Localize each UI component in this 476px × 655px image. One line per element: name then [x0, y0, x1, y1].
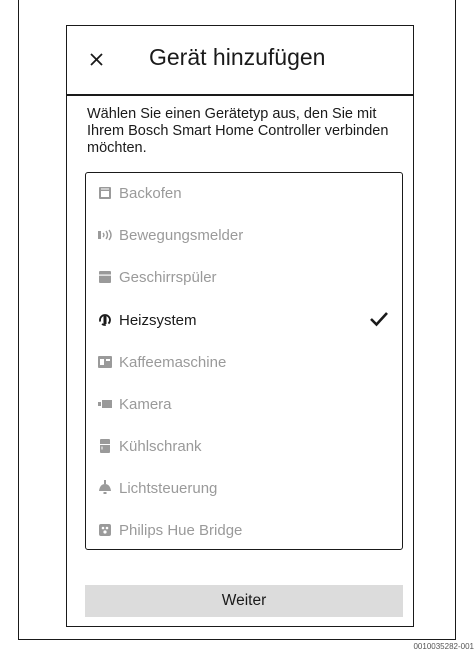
figure-id: 0010035282-001: [413, 642, 474, 651]
device-type-list[interactable]: Backofen Bewegungsmelder Geschirrspüler …: [85, 172, 403, 550]
list-item-label: Kühlschrank: [119, 437, 202, 455]
list-item-label: Philips Hue Bridge: [119, 521, 243, 539]
dishwasher-icon: [97, 269, 113, 285]
add-device-screen: Gerät hinzufügen Wählen Sie einen Geräte…: [66, 25, 414, 627]
list-item-label: Bewegungsmelder: [119, 226, 244, 244]
list-item-kamera[interactable]: Kamera: [86, 384, 402, 424]
list-item-kuehlschrank[interactable]: Kühlschrank: [86, 426, 402, 466]
close-button[interactable]: [85, 48, 109, 72]
camera-icon: [97, 396, 113, 412]
page-title: Gerät hinzufügen: [149, 44, 326, 70]
coffee-machine-icon: [97, 354, 113, 370]
list-item-kaffeemaschine[interactable]: Kaffeemaschine: [86, 342, 402, 382]
list-item-backofen[interactable]: Backofen: [86, 173, 402, 213]
close-icon: [90, 53, 103, 66]
oven-icon: [97, 185, 113, 201]
light-control-icon: [97, 480, 113, 496]
list-item-label: Lichtsteuerung: [119, 479, 218, 497]
header-divider: [67, 94, 413, 96]
list-item-heizsystem[interactable]: Heizsystem: [86, 300, 402, 340]
list-item-philips-hue-bridge[interactable]: Philips Hue Bridge: [86, 510, 402, 550]
checkmark-icon: [370, 312, 388, 327]
hue-bridge-icon: [97, 522, 113, 538]
list-item-label: Kamera: [119, 395, 172, 413]
list-item-label: Backofen: [119, 184, 182, 202]
list-item-label: Kaffeemaschine: [119, 353, 227, 371]
list-item-lichtsteuerung[interactable]: Lichtsteuerung: [86, 468, 402, 508]
list-item-bewegungsmelder[interactable]: Bewegungsmelder: [86, 215, 402, 255]
fridge-icon: [97, 438, 113, 454]
header: Gerät hinzufügen: [67, 26, 413, 96]
motion-sensor-icon: [97, 227, 113, 243]
next-button[interactable]: Weiter: [85, 585, 403, 617]
heating-system-icon: [97, 312, 113, 328]
list-item-label: Geschirrspüler: [119, 268, 217, 286]
intro-text: Wählen Sie einen Gerätetyp aus, den Sie …: [87, 106, 389, 156]
list-item-geschirrspueler[interactable]: Geschirrspüler: [86, 257, 402, 297]
list-item-label: Heizsystem: [119, 311, 197, 329]
